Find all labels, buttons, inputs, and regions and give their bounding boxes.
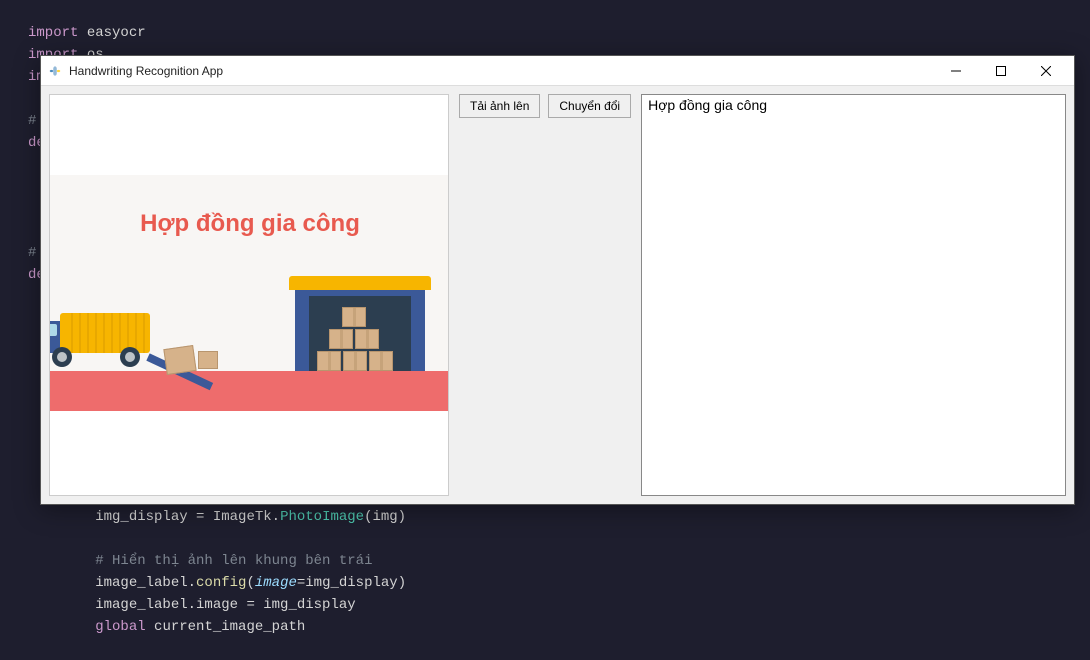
image-ground bbox=[50, 371, 449, 411]
warehouse-box bbox=[343, 351, 367, 371]
image-heading: Hợp đồng gia công bbox=[140, 210, 360, 238]
warehouse-box bbox=[369, 351, 393, 371]
titlebar[interactable]: Handwriting Recognition App bbox=[41, 56, 1074, 86]
titlebar-controls bbox=[933, 57, 1068, 85]
app-icon bbox=[47, 63, 63, 79]
result-text: Hợp đồng gia công bbox=[648, 97, 767, 113]
maximize-icon bbox=[996, 66, 1006, 76]
app-window: Handwriting Recognition App Hợp đồng gia… bbox=[40, 55, 1075, 505]
warehouse-roof bbox=[289, 276, 431, 290]
close-button[interactable] bbox=[1023, 57, 1068, 85]
box-on-ramp bbox=[198, 351, 218, 369]
close-icon bbox=[1041, 66, 1051, 76]
result-text-panel[interactable]: Hợp đồng gia công bbox=[641, 94, 1066, 496]
warehouse-door bbox=[309, 296, 411, 371]
box-on-ramp bbox=[163, 345, 196, 375]
uploaded-image: Hợp đồng gia công bbox=[50, 175, 449, 411]
truck-window bbox=[49, 324, 57, 336]
minimize-button[interactable] bbox=[933, 57, 978, 85]
button-panel: Tải ảnh lên Chuyển đổi bbox=[459, 94, 631, 496]
editor-gutter bbox=[0, 0, 28, 653]
convert-button[interactable]: Chuyển đổi bbox=[548, 94, 631, 118]
warehouse-box bbox=[317, 351, 341, 371]
maximize-button[interactable] bbox=[978, 57, 1023, 85]
warehouse-box bbox=[329, 329, 353, 349]
upload-button[interactable]: Tải ảnh lên bbox=[459, 94, 540, 118]
window-title: Handwriting Recognition App bbox=[69, 64, 933, 78]
warehouse-box bbox=[342, 307, 366, 327]
warehouse-illustration bbox=[295, 276, 425, 371]
minimize-icon bbox=[951, 66, 961, 76]
app-body: Hợp đồng gia công bbox=[41, 86, 1074, 504]
warehouse-body bbox=[295, 290, 425, 371]
warehouse-box bbox=[355, 329, 379, 349]
truck-wheel bbox=[120, 347, 140, 367]
truck-wheel bbox=[52, 347, 72, 367]
image-panel: Hợp đồng gia công bbox=[49, 94, 449, 496]
